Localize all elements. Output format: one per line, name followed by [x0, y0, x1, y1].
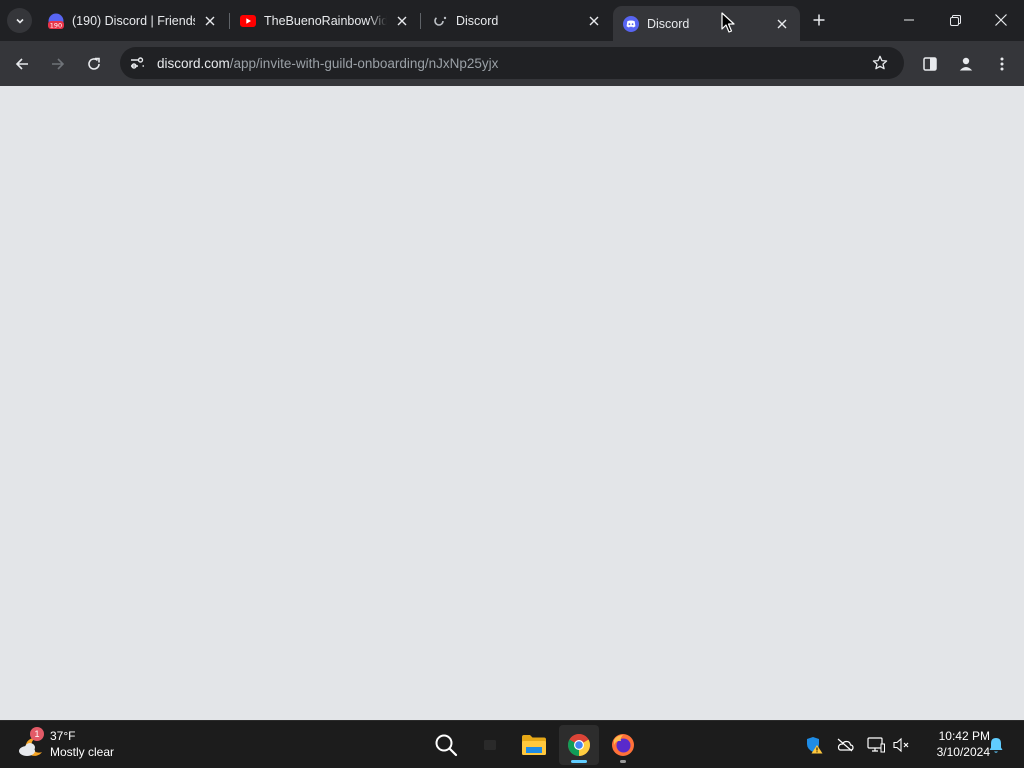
volume-muted-icon[interactable]	[892, 735, 912, 755]
tab-discord-active[interactable]: Discord	[613, 6, 800, 41]
tab-discord-friends[interactable]: 190 (190) Discord | Friends	[38, 0, 228, 41]
loading-icon	[432, 13, 448, 29]
search-icon	[435, 734, 458, 757]
clock-time: 10:42 PM	[938, 729, 990, 743]
address-bar[interactable]: discord.com/app/invite-with-guild-onboar…	[120, 47, 904, 79]
windows-taskbar: 1 37°F Mostly clear 10:42 PM 3/10/2024	[0, 720, 1024, 768]
mouse-cursor-icon	[721, 12, 735, 33]
tab-search-button[interactable]	[7, 8, 32, 33]
tab-title: Discord	[647, 16, 690, 31]
chevron-down-icon	[15, 18, 24, 24]
reload-button[interactable]	[80, 50, 108, 78]
url-path: /app/invite-with-guild-onboarding/nJxNp2…	[229, 55, 499, 71]
tab-youtube-video[interactable]: TheBuenoRainbowVideo	[230, 0, 420, 41]
running-app-indicator	[620, 760, 626, 763]
back-button[interactable]	[8, 50, 36, 78]
minimize-button[interactable]	[886, 0, 932, 40]
close-icon	[995, 14, 1007, 26]
minimize-icon	[904, 19, 914, 21]
discord-icon	[623, 15, 639, 32]
site-settings-icon[interactable]	[128, 54, 146, 72]
tab-discord-loading[interactable]: Discord	[422, 0, 612, 41]
onedrive-icon[interactable]	[835, 735, 855, 755]
new-tab-button[interactable]	[808, 9, 830, 31]
profile-button[interactable]	[952, 50, 980, 78]
tab-title: TheBuenoRainbowVideo	[264, 13, 387, 28]
tab-separator	[420, 13, 421, 29]
browser-menu-button[interactable]	[988, 50, 1016, 78]
forward-button[interactable]	[44, 50, 72, 78]
restore-button[interactable]	[932, 0, 978, 40]
taskbar-search-button[interactable]	[426, 725, 466, 765]
firefox-icon	[612, 734, 634, 756]
close-tab-icon[interactable]	[393, 12, 411, 30]
weather-condition: Mostly clear	[50, 745, 115, 759]
task-view-icon	[484, 740, 496, 750]
file-explorer-button[interactable]	[514, 725, 554, 765]
weather-widget[interactable]: 1 37°F Mostly clear	[16, 727, 126, 763]
arrow-right-icon	[52, 58, 65, 70]
tab-badge-count: 190	[50, 21, 62, 29]
bookmark-star-icon[interactable]	[870, 53, 890, 73]
reload-icon	[88, 57, 100, 70]
close-tab-icon[interactable]	[585, 12, 603, 30]
side-panel-button[interactable]	[916, 50, 944, 78]
side-panel-icon	[923, 57, 937, 71]
tab-title: Discord	[456, 13, 499, 28]
page-content	[0, 86, 1024, 720]
notifications-icon[interactable]	[986, 735, 1006, 755]
youtube-icon	[240, 13, 256, 29]
firefox-button[interactable]	[603, 725, 643, 765]
system-clock[interactable]: 10:42 PM 3/10/2024	[916, 728, 990, 760]
task-view-button[interactable]	[470, 725, 510, 765]
close-tab-icon[interactable]	[773, 15, 791, 33]
network-icon[interactable]	[866, 735, 886, 755]
active-app-indicator	[571, 760, 587, 763]
tab-strip: 190 (190) Discord | Friends TheBuenoRain…	[0, 0, 1024, 41]
url-host: discord.com	[157, 55, 230, 71]
chrome-button[interactable]	[559, 725, 599, 765]
chrome-icon	[568, 734, 590, 756]
restore-icon	[949, 14, 961, 26]
browser-toolbar: discord.com/app/invite-with-guild-onboar…	[0, 41, 1024, 86]
discord-badge-icon: 190	[48, 13, 64, 29]
more-vert-icon	[1000, 57, 1004, 71]
weather-alert-badge: 1	[30, 727, 44, 741]
plus-icon	[813, 14, 825, 26]
file-explorer-icon	[522, 735, 546, 755]
windows-security-icon[interactable]	[804, 735, 824, 755]
tab-title: (190) Discord | Friends	[72, 13, 195, 28]
url-text: discord.com/app/invite-with-guild-onboar…	[157, 56, 498, 71]
profile-icon	[959, 57, 973, 71]
close-tab-icon[interactable]	[201, 12, 219, 30]
weather-temperature: 37°F	[50, 729, 76, 743]
close-window-button[interactable]	[978, 0, 1024, 40]
clock-date: 3/10/2024	[936, 745, 990, 759]
desktop-screen: 190 (190) Discord | Friends TheBuenoRain…	[0, 0, 1024, 768]
arrow-left-icon	[15, 58, 28, 70]
